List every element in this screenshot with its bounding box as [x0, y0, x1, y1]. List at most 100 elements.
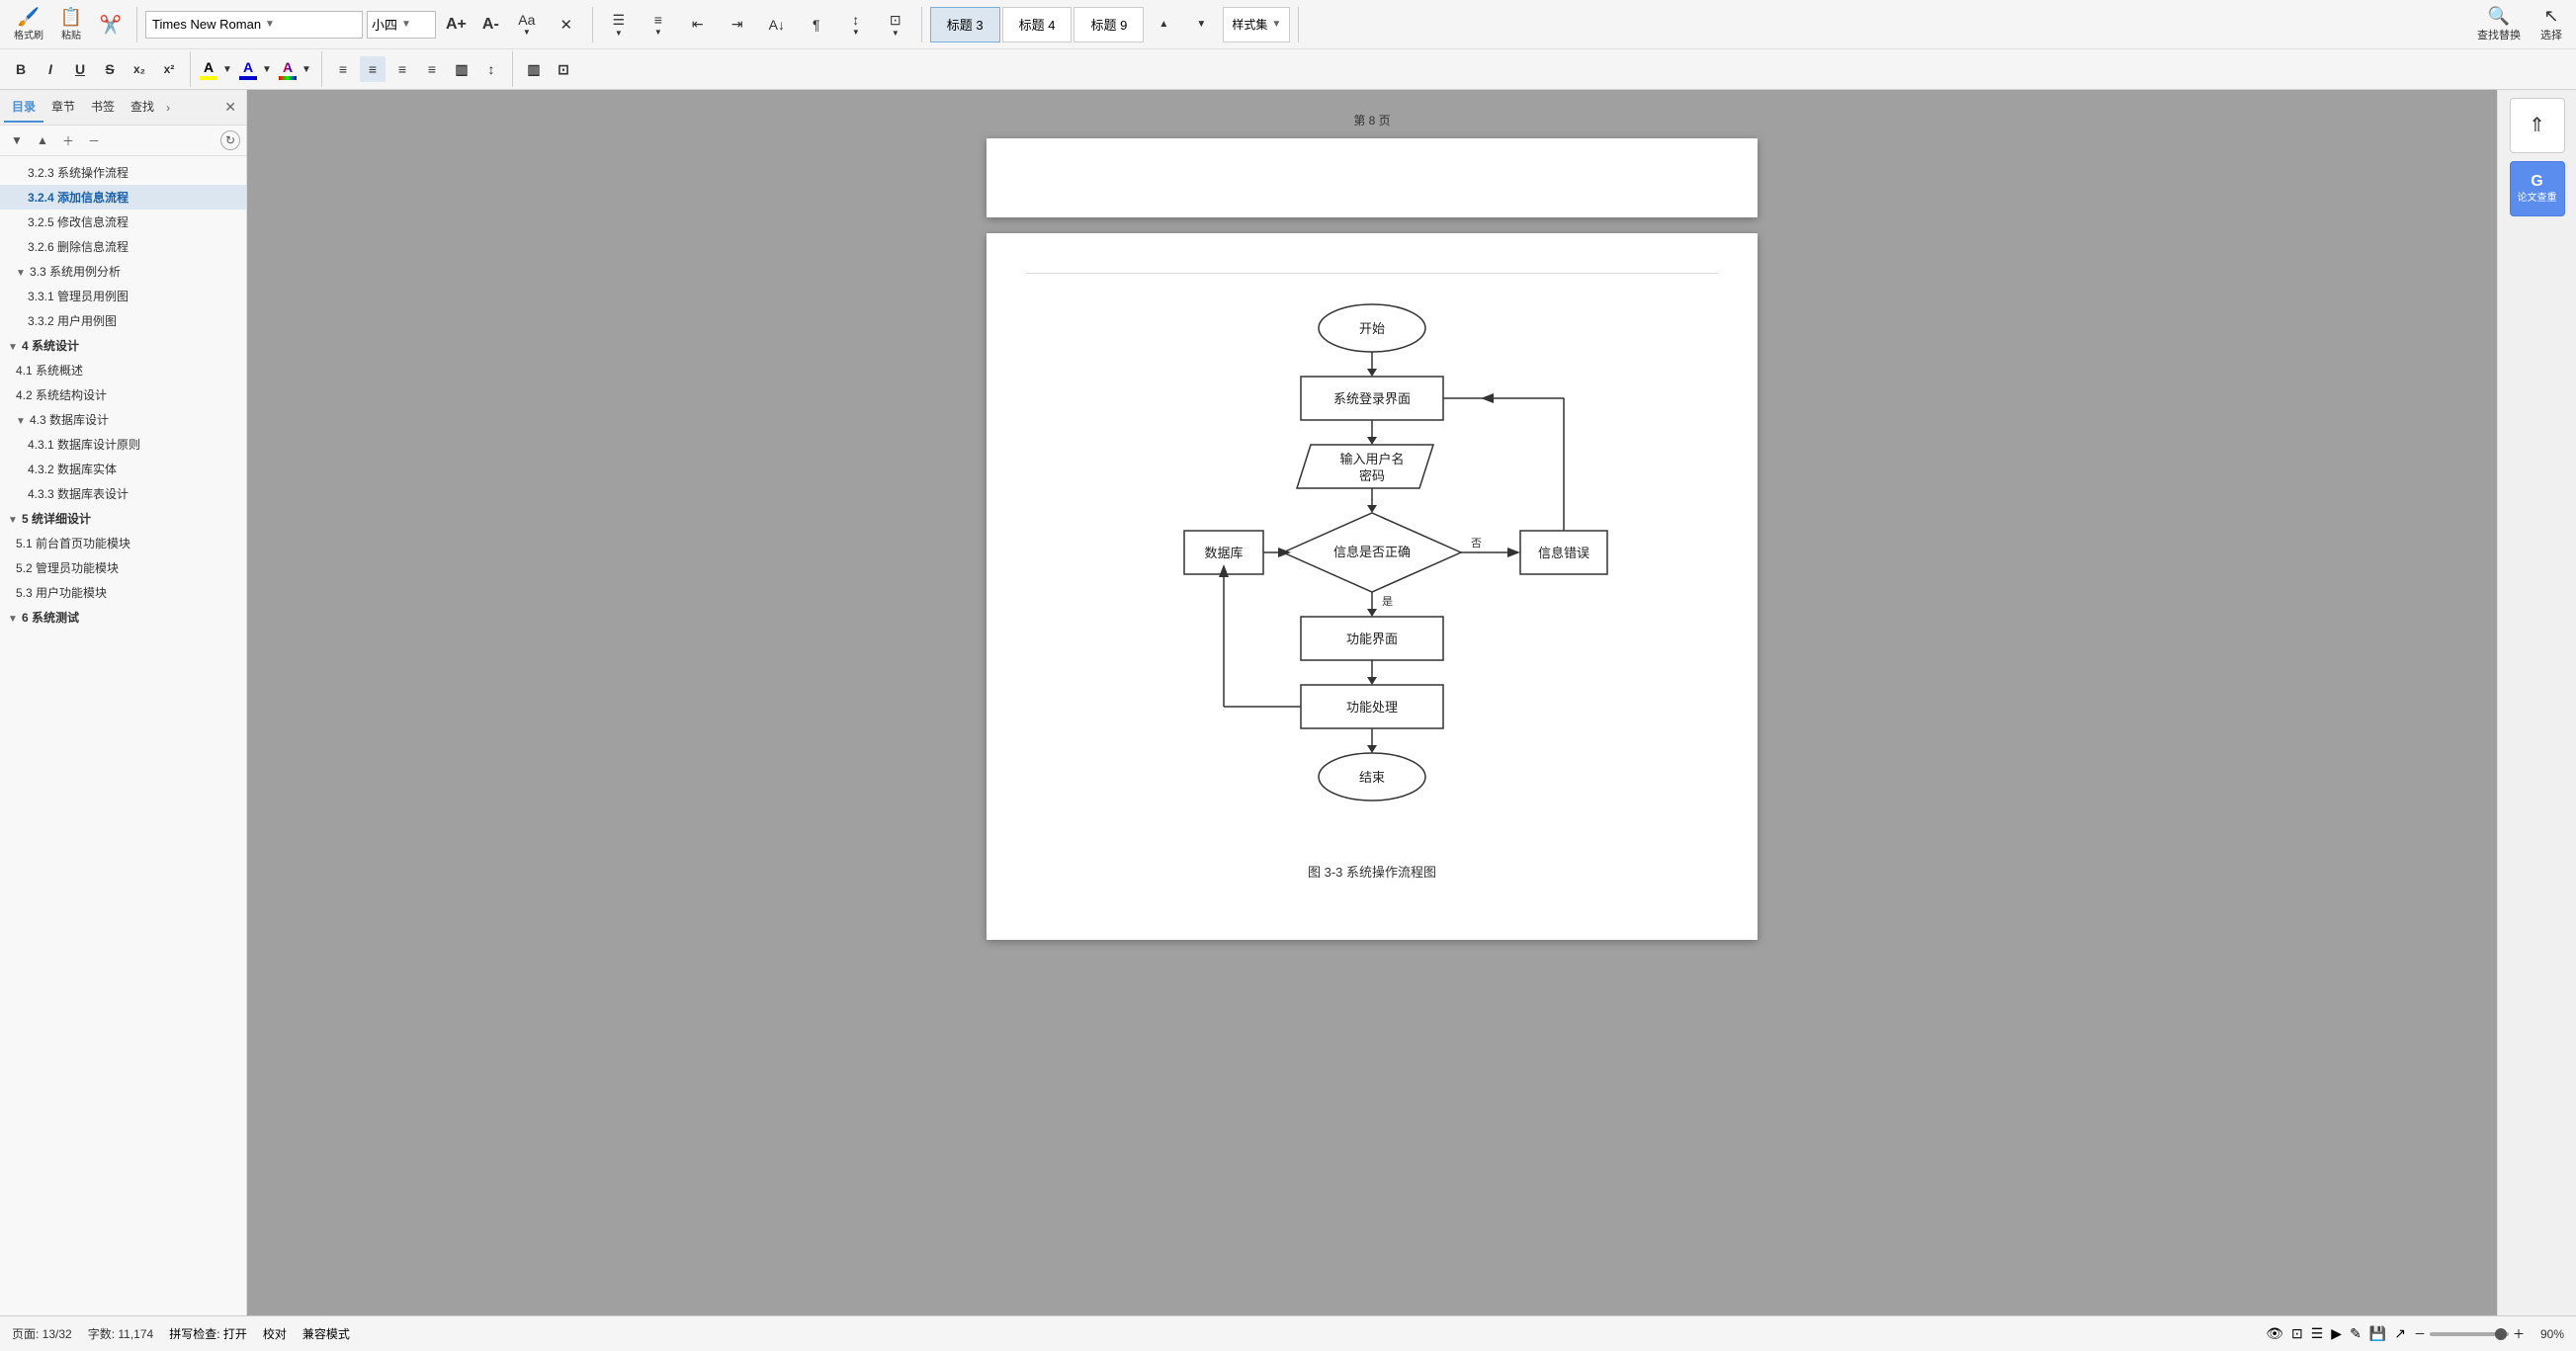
toc-item-5[interactable]: ▼5 统详细设计	[0, 506, 246, 531]
select-btn[interactable]: ↖ 选择	[2534, 4, 2568, 44]
format-painter-btn[interactable]: 🖌️ 格式刷	[8, 6, 49, 43]
toc-item-52[interactable]: 5.2 管理员功能模块	[0, 555, 246, 580]
toc-item-323[interactable]: 3.2.3 系统操作流程	[0, 160, 246, 185]
line-spacing2-btn[interactable]: ↕	[478, 56, 504, 82]
share-btn[interactable]: ↗	[2394, 1325, 2406, 1342]
toc-item-53[interactable]: 5.3 用户功能模块	[0, 580, 246, 605]
paste-btn[interactable]: 📋 粘贴	[53, 6, 89, 43]
change-case-btn[interactable]: Aa ▼	[509, 10, 545, 39]
sidebar-close-btn[interactable]: ✕	[218, 95, 242, 120]
borders-btn[interactable]: ⊡ ▼	[878, 10, 913, 40]
heading-scroll-down[interactable]: ▼	[1183, 17, 1219, 32]
toc-item-43[interactable]: ▼4.3 数据库设计	[0, 407, 246, 432]
font-size-select[interactable]: 小四 ▼	[367, 11, 436, 39]
heading-scroll-up[interactable]: ▲	[1146, 17, 1181, 32]
document-area[interactable]: 第 8 页 开始 系统登录界面	[247, 90, 2497, 1315]
edit-btn[interactable]: ✎	[2350, 1325, 2361, 1342]
toc-item-324[interactable]: 3.2.4 添加信息流程	[0, 185, 246, 210]
highlight-arrow[interactable]: ▼	[220, 56, 234, 82]
heading3-btn[interactable]: 标题 3	[930, 7, 1000, 42]
superscript-btn[interactable]: x²	[156, 56, 182, 82]
bold-btn[interactable]: B	[8, 56, 34, 82]
align-left-btn[interactable]: ≡	[330, 56, 356, 82]
toc-item-326[interactable]: 3.2.6 删除信息流程	[0, 234, 246, 259]
decrease-indent-btn[interactable]: ⇤	[680, 14, 716, 35]
play-btn[interactable]: ▶	[2331, 1325, 2342, 1342]
page-info: 页面: 13/32	[12, 1325, 72, 1342]
toc-item-432[interactable]: 4.3.2 数据库实体	[0, 457, 246, 481]
strikethrough-btn[interactable]: S	[97, 56, 123, 82]
scroll-top-btn[interactable]: ⇑	[2510, 98, 2565, 153]
underline-btn[interactable]: U	[67, 56, 93, 82]
flowchart-caption: 图 3-3 系统操作流程图	[1308, 862, 1436, 881]
tab-bookmark[interactable]: 书签	[83, 92, 123, 123]
paper-check-btn[interactable]: G 论文查重	[2510, 161, 2565, 216]
spell-check-btn[interactable]: 拼写检查: 打开	[169, 1325, 247, 1342]
page-top-partial	[987, 138, 1758, 217]
refresh-btn[interactable]: ↻	[220, 130, 240, 150]
svg-text:是: 是	[1382, 595, 1393, 608]
toc-item-332[interactable]: 3.3.2 用户用例图	[0, 308, 246, 333]
text-effect-arrow[interactable]: ▼	[300, 56, 313, 82]
proofing-btn[interactable]: 校对	[263, 1325, 287, 1342]
shading-btn[interactable]: ▥	[521, 56, 547, 82]
clear-format-btn[interactable]: ✕	[549, 14, 584, 36]
find-replace-btn[interactable]: 🔍 查找替换	[2471, 4, 2527, 44]
toc-item-4[interactable]: ▼4 系统设计	[0, 333, 246, 358]
font-color-btn[interactable]: A	[238, 58, 258, 81]
sort-btn[interactable]: A↓	[759, 15, 795, 35]
align-center-btn[interactable]: ≡	[360, 56, 386, 82]
bullets-btn[interactable]: ☰ ▼	[601, 10, 637, 40]
font-shrink-btn[interactable]: A-	[476, 14, 505, 36]
numbering-btn[interactable]: ≡ ▼	[641, 10, 676, 39]
add-btn[interactable]: ＋	[57, 129, 79, 151]
justify-btn[interactable]: ≡	[419, 56, 445, 82]
heading9-btn[interactable]: 标题 9	[1073, 7, 1144, 42]
more-tabs-btn[interactable]: ›	[166, 101, 170, 115]
toc-item-325[interactable]: 3.2.5 修改信息流程	[0, 210, 246, 234]
toc-item-331[interactable]: 3.3.1 管理员用例图	[0, 284, 246, 308]
cut-btn[interactable]: ✂️	[93, 14, 129, 36]
collapse-btn[interactable]: ▲	[32, 129, 53, 151]
subscript-btn[interactable]: x₂	[127, 56, 152, 82]
save-btn[interactable]: 💾	[2369, 1325, 2386, 1342]
tab-chapter[interactable]: 章节	[43, 92, 83, 123]
toc-item-42[interactable]: 4.2 系统结构设计	[0, 382, 246, 407]
toc-item-6[interactable]: ▼6 系统测试	[0, 605, 246, 630]
page-main: 开始 系统登录界面 输入用户名 密码	[987, 233, 1758, 940]
view-btn3[interactable]: ☰	[2311, 1325, 2324, 1342]
zoom-thumb[interactable]	[2495, 1328, 2507, 1340]
toc-item-431[interactable]: 4.3.1 数据库设计原则	[0, 432, 246, 457]
increase-indent-btn[interactable]: ⇥	[720, 14, 755, 35]
zoom-in-btn[interactable]: ＋	[2513, 1325, 2525, 1342]
align-right-btn[interactable]: ≡	[389, 56, 415, 82]
toc-item-41[interactable]: 4.1 系统概述	[0, 358, 246, 382]
expand-btn[interactable]: ▼	[6, 129, 28, 151]
font-grow-btn[interactable]: A+	[440, 14, 472, 36]
text-effect-btn[interactable]: A	[278, 58, 298, 81]
line-spacing-btn[interactable]: ↕ ▼	[838, 10, 874, 39]
toc-item-51[interactable]: 5.1 前台首页功能模块	[0, 531, 246, 555]
italic-btn[interactable]: I	[38, 56, 63, 82]
compat-mode-btn[interactable]: 兼容模式	[302, 1325, 350, 1342]
svg-text:否: 否	[1471, 538, 1482, 549]
toc-item-33[interactable]: ▼3.3 系统用例分析	[0, 259, 246, 284]
style-gallery-btn[interactable]: 样式集 ▼	[1223, 7, 1290, 42]
columns-btn[interactable]: ▥	[449, 56, 474, 82]
view-btn2[interactable]: ⊡	[2291, 1325, 2303, 1342]
borders2-btn[interactable]: ⊡	[551, 56, 576, 82]
highlight-btn[interactable]: A	[199, 58, 218, 81]
zoom-out-btn[interactable]: －	[2414, 1325, 2426, 1342]
view-btn1[interactable]: 👁	[2266, 1325, 2283, 1342]
font-color-arrow[interactable]: ▼	[260, 56, 274, 82]
toc-item-433[interactable]: 4.3.3 数据库表设计	[0, 481, 246, 506]
font-name-select[interactable]: Times New Roman ▼	[145, 11, 363, 39]
tab-find[interactable]: 查找	[123, 92, 162, 123]
zoom-slider[interactable]	[2430, 1332, 2509, 1336]
remove-btn[interactable]: －	[83, 129, 105, 151]
heading4-btn[interactable]: 标题 4	[1002, 7, 1073, 42]
sidebar-tabs: 目录 章节 书签 查找 › ✕	[0, 90, 246, 126]
show-para-btn[interactable]: ¶	[799, 15, 834, 35]
tab-toc[interactable]: 目录	[4, 92, 43, 123]
paste-icon: 📋	[60, 8, 82, 26]
